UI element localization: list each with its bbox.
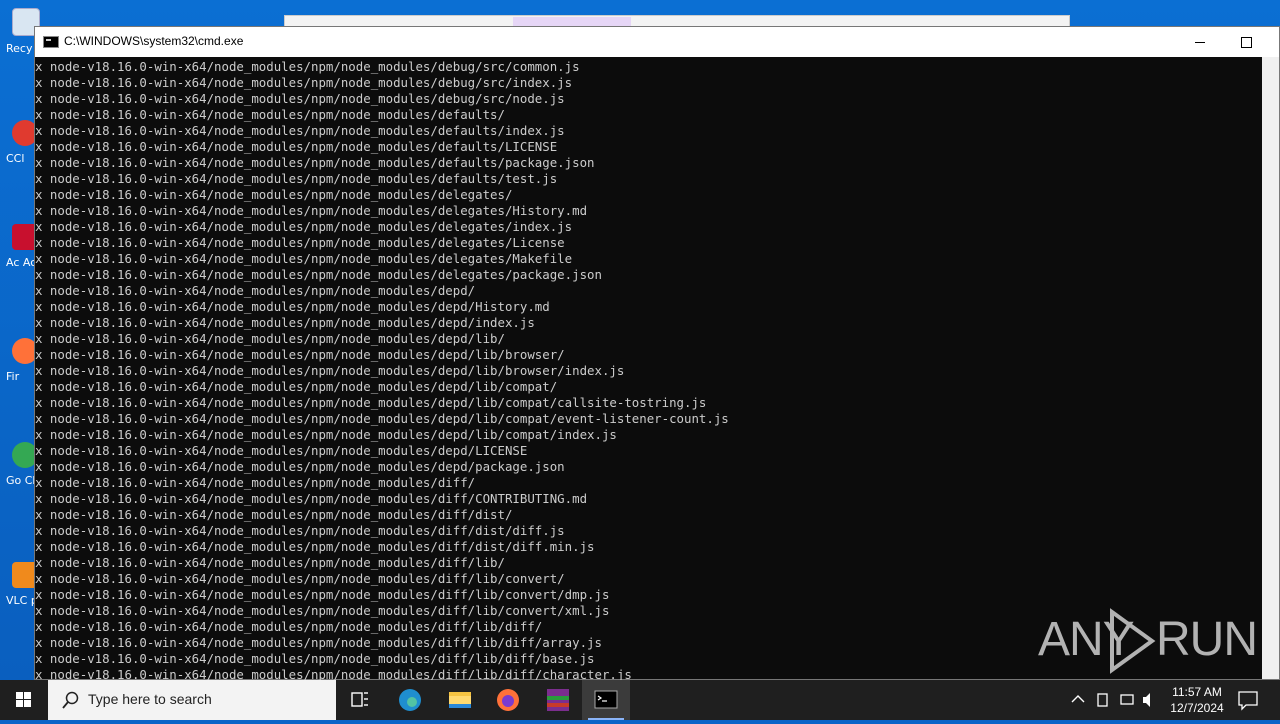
cmd-icon	[594, 690, 618, 709]
console-line: x node-v18.16.0-win-x64/node_modules/npm…	[35, 475, 476, 490]
task-view-icon	[351, 692, 368, 707]
chevron-up-icon	[1071, 695, 1085, 703]
desktop-icon-acrobat[interactable]: Ac Acr	[0, 224, 38, 269]
desktop-icon-label: Recy	[6, 42, 33, 55]
start-button[interactable]	[0, 680, 48, 720]
maximize-icon	[1240, 36, 1252, 48]
console-line: x node-v18.16.0-win-x64/node_modules/npm…	[35, 91, 565, 106]
search-icon	[62, 691, 79, 709]
windows-logo-icon	[16, 692, 31, 707]
minimize-button[interactable]	[1177, 27, 1223, 57]
console-line: x node-v18.16.0-win-x64/node_modules/npm…	[35, 379, 558, 394]
desktop-icon-label: VLC pl	[6, 594, 34, 607]
desktop-icon-chrome[interactable]: Go Chr	[0, 442, 38, 487]
console-line: x node-v18.16.0-win-x64/node_modules/npm…	[35, 187, 513, 202]
taskbar-cmd[interactable]	[582, 680, 630, 720]
firefox-icon	[497, 689, 519, 711]
taskbar-winrar[interactable]	[534, 680, 582, 720]
console-line: x node-v18.16.0-win-x64/node_modules/npm…	[35, 235, 565, 250]
console-line: x node-v18.16.0-win-x64/node_modules/npm…	[35, 299, 550, 314]
desktop-icon-label: Go Chr	[6, 474, 34, 487]
minimize-icon	[1195, 41, 1205, 43]
console-line: x node-v18.16.0-win-x64/node_modules/npm…	[35, 139, 558, 154]
window-title: C:\WINDOWS\system32\cmd.exe	[64, 34, 244, 48]
watermark-text-right: RUN	[1156, 613, 1258, 666]
console-output[interactable]: x node-v18.16.0-win-x64/node_modules/npm…	[35, 59, 1263, 681]
maximize-button[interactable]	[1223, 27, 1269, 57]
taskbar-search-box[interactable]: Type here to search	[48, 680, 336, 720]
taskbar: Type here to search 11:57 AM 12/7/2024	[0, 680, 1280, 720]
console-line: x node-v18.16.0-win-x64/node_modules/npm…	[35, 283, 476, 298]
volume-icon	[1143, 693, 1150, 707]
folder-icon	[449, 692, 471, 708]
console-line: x node-v18.16.0-win-x64/node_modules/npm…	[35, 251, 573, 266]
taskbar-firefox[interactable]	[484, 680, 532, 720]
console-line: x node-v18.16.0-win-x64/node_modules/npm…	[35, 75, 573, 90]
console-line: x node-v18.16.0-win-x64/node_modules/npm…	[35, 203, 588, 218]
edge-icon	[399, 689, 421, 711]
console-line: x node-v18.16.0-win-x64/node_modules/npm…	[35, 107, 505, 122]
console-line: x node-v18.16.0-win-x64/node_modules/npm…	[35, 267, 602, 282]
console-line: x node-v18.16.0-win-x64/node_modules/npm…	[35, 363, 625, 378]
console-line: x node-v18.16.0-win-x64/node_modules/npm…	[35, 59, 580, 74]
anyrun-watermark: ANY RUN	[1038, 606, 1258, 676]
desktop-icon-firefox[interactable]: Fir	[0, 338, 38, 383]
title-bar[interactable]: C:\WINDOWS\system32\cmd.exe	[35, 27, 1279, 57]
console-line: x node-v18.16.0-win-x64/node_modules/npm…	[35, 219, 573, 234]
winrar-icon	[547, 689, 569, 711]
desktop-icon-recycle-bin[interactable]: Recy	[0, 8, 40, 55]
console-line: x node-v18.16.0-win-x64/node_modules/npm…	[35, 555, 505, 570]
desktop-icon-vlc[interactable]: VLC pl	[0, 562, 38, 607]
console-line: x node-v18.16.0-win-x64/node_modules/npm…	[35, 491, 588, 506]
taskbar-edge[interactable]	[386, 680, 434, 720]
console-line: x node-v18.16.0-win-x64/node_modules/npm…	[35, 443, 528, 458]
cmd-window[interactable]: C:\WINDOWS\system32\cmd.exe x node-v18.1…	[34, 26, 1280, 681]
notification-center-button[interactable]	[1232, 680, 1280, 720]
console-line: x node-v18.16.0-win-x64/node_modules/npm…	[35, 507, 513, 522]
console-line: x node-v18.16.0-win-x64/node_modules/npm…	[35, 539, 595, 554]
console-line: x node-v18.16.0-win-x64/node_modules/npm…	[35, 347, 565, 362]
device-icon	[1097, 693, 1108, 707]
clock-time: 11:57 AM	[1172, 685, 1222, 699]
tray-icons	[1071, 693, 1150, 707]
cmd-icon	[43, 36, 59, 48]
console-line: x node-v18.16.0-win-x64/node_modules/npm…	[35, 427, 617, 442]
console-line: x node-v18.16.0-win-x64/node_modules/npm…	[35, 315, 535, 330]
play-logo-icon	[1110, 608, 1156, 674]
system-tray	[1066, 680, 1160, 720]
scrollbar[interactable]	[1262, 57, 1279, 679]
console-line: x node-v18.16.0-win-x64/node_modules/npm…	[35, 523, 565, 538]
search-placeholder: Type here to search	[88, 691, 212, 707]
console-line: x node-v18.16.0-win-x64/node_modules/npm…	[35, 331, 505, 346]
console-line: x node-v18.16.0-win-x64/node_modules/npm…	[35, 459, 565, 474]
clock-date: 12/7/2024	[1170, 701, 1224, 715]
task-view-button[interactable]	[336, 680, 384, 720]
console-line: x node-v18.16.0-win-x64/node_modules/npm…	[35, 155, 595, 170]
desktop-icon-label: Fir	[6, 370, 20, 383]
system-clock[interactable]: 11:57 AM 12/7/2024	[1160, 684, 1234, 716]
desktop-icon-label: Ac Acr	[6, 256, 34, 269]
console-line: x node-v18.16.0-win-x64/node_modules/npm…	[35, 171, 558, 186]
console-line: x node-v18.16.0-win-x64/node_modules/npm…	[35, 411, 729, 426]
taskbar-file-explorer[interactable]	[436, 680, 484, 720]
notification-icon	[1238, 691, 1258, 711]
network-icon	[1120, 694, 1134, 705]
console-line: x node-v18.16.0-win-x64/node_modules/npm…	[35, 571, 565, 586]
desktop-icon-ccleaner[interactable]: CCl	[0, 120, 38, 165]
console-line: x node-v18.16.0-win-x64/node_modules/npm…	[35, 587, 610, 602]
console-line: x node-v18.16.0-win-x64/node_modules/npm…	[35, 395, 707, 410]
console-line: x node-v18.16.0-win-x64/node_modules/npm…	[35, 123, 565, 138]
desktop-icon-label: CCl	[6, 152, 25, 165]
